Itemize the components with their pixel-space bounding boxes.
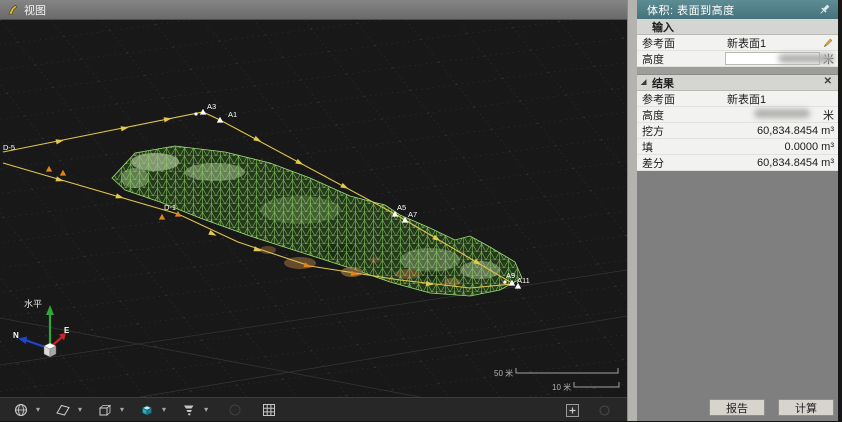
result-row-elevation: 高度 米 (637, 107, 838, 123)
redacted-value (778, 54, 834, 63)
solid-cube-icon[interactable] (138, 401, 156, 419)
render-mode-icon[interactable] (12, 401, 30, 419)
result-label: 高度 (637, 107, 722, 123)
orbit-icon[interactable] (226, 401, 244, 419)
filter-view-icon[interactable] (180, 401, 198, 419)
point-label-a9: A9 (506, 271, 515, 280)
render-mode-dropdown[interactable]: ▾ (36, 406, 40, 414)
volume-panel-title: 体积: 表面到高度 (647, 2, 735, 18)
input-section-header[interactable]: 输入 (637, 19, 838, 35)
result-unit: 米 (820, 107, 838, 123)
result-label: 挖方 (637, 123, 722, 139)
pane-splitter[interactable] (627, 0, 637, 421)
report-button[interactable]: 报告 (709, 399, 765, 416)
result-unit: m³ (818, 141, 838, 153)
results-section-header[interactable]: ◢ 结果 ✕ (637, 75, 838, 91)
scalebar-10m-label: 10 米 (552, 382, 571, 392)
input-reference-row: 参考面 新表面1 (637, 35, 838, 51)
view-toolbar: ▾ ▾ ▾ (0, 397, 627, 421)
compass-north-label: N (13, 331, 19, 340)
result-row-fill: 填 0.0000 m³ (637, 139, 838, 155)
window-edge (838, 0, 842, 421)
point-label-d5: D-5 (3, 143, 15, 152)
elevation-input[interactable] (725, 52, 820, 65)
input-elevation-row: 高度 米 (637, 51, 838, 67)
solid-cube-dropdown[interactable]: ▾ (162, 406, 166, 414)
input-section-title: 输入 (652, 19, 674, 35)
result-unit: m³ (818, 157, 838, 169)
result-value: 新表面1 (722, 91, 838, 107)
result-value: 0.0000 (722, 141, 818, 153)
grid-toggle-icon[interactable] (260, 401, 278, 419)
result-row-cut: 挖方 60,834.8454 m³ (637, 123, 838, 139)
compass-east-label: E (64, 326, 70, 335)
redacted-value (754, 109, 810, 118)
result-label: 参考面 (637, 91, 722, 107)
view-icon (6, 3, 19, 16)
box-view-icon[interactable] (96, 401, 114, 419)
surface-style-icon[interactable] (54, 401, 72, 419)
compass-origin-cube (44, 343, 56, 357)
result-row-reference: 参考面 新表面1 (637, 91, 838, 107)
surface-style-dropdown[interactable]: ▾ (78, 406, 82, 414)
result-value: 60,834.8454 (722, 125, 818, 137)
pan-icon[interactable] (595, 401, 613, 419)
filter-view-dropdown[interactable]: ▾ (204, 406, 208, 414)
result-value: 60,834.8454 (722, 157, 818, 169)
calculate-button[interactable]: 计算 (778, 399, 834, 416)
view-title-label: 视图 (24, 2, 46, 18)
point-label-a1: A1 (228, 110, 237, 119)
compass-up-label: 水平 (24, 298, 42, 309)
point-label-d1: D-1 (164, 203, 176, 212)
reference-surface-label: 参考面 (637, 35, 722, 51)
point-label-a11: A11 (517, 276, 530, 285)
panel-button-bar: 报告 计算 (709, 399, 834, 416)
volume-panel: 体积: 表面到高度 输入 参考面 新表面1 高度 (637, 0, 838, 421)
result-unit: m³ (818, 125, 838, 137)
box-view-dropdown[interactable]: ▾ (120, 406, 124, 414)
collapse-triangle-icon[interactable]: ◢ (641, 79, 646, 86)
view-canvas[interactable]: D-5 A3 A1 D-1 A5 A7 A9 A11 水平 N E (0, 20, 627, 397)
results-close-icon[interactable]: ✕ (824, 76, 832, 87)
view-titlebar[interactable]: 视图 (0, 0, 627, 20)
view-pane: 视图 (0, 0, 627, 421)
zoom-extents-icon[interactable] (563, 401, 581, 419)
scalebar-50m-label: 50 米 (494, 368, 513, 378)
point-label-a5: A5 (397, 203, 406, 212)
result-row-difference: 差分 60,834.8454 m³ (637, 155, 838, 171)
results-section-title: 结果 (652, 75, 674, 91)
panel-pin-icon[interactable] (818, 3, 831, 19)
elevation-label: 高度 (637, 51, 722, 67)
point-label-a3: A3 (207, 102, 216, 111)
volume-panel-header[interactable]: 体积: 表面到高度 (637, 0, 838, 19)
point-label-a7: A7 (408, 210, 417, 219)
result-label: 填 (637, 139, 722, 155)
result-label: 差分 (637, 155, 722, 171)
